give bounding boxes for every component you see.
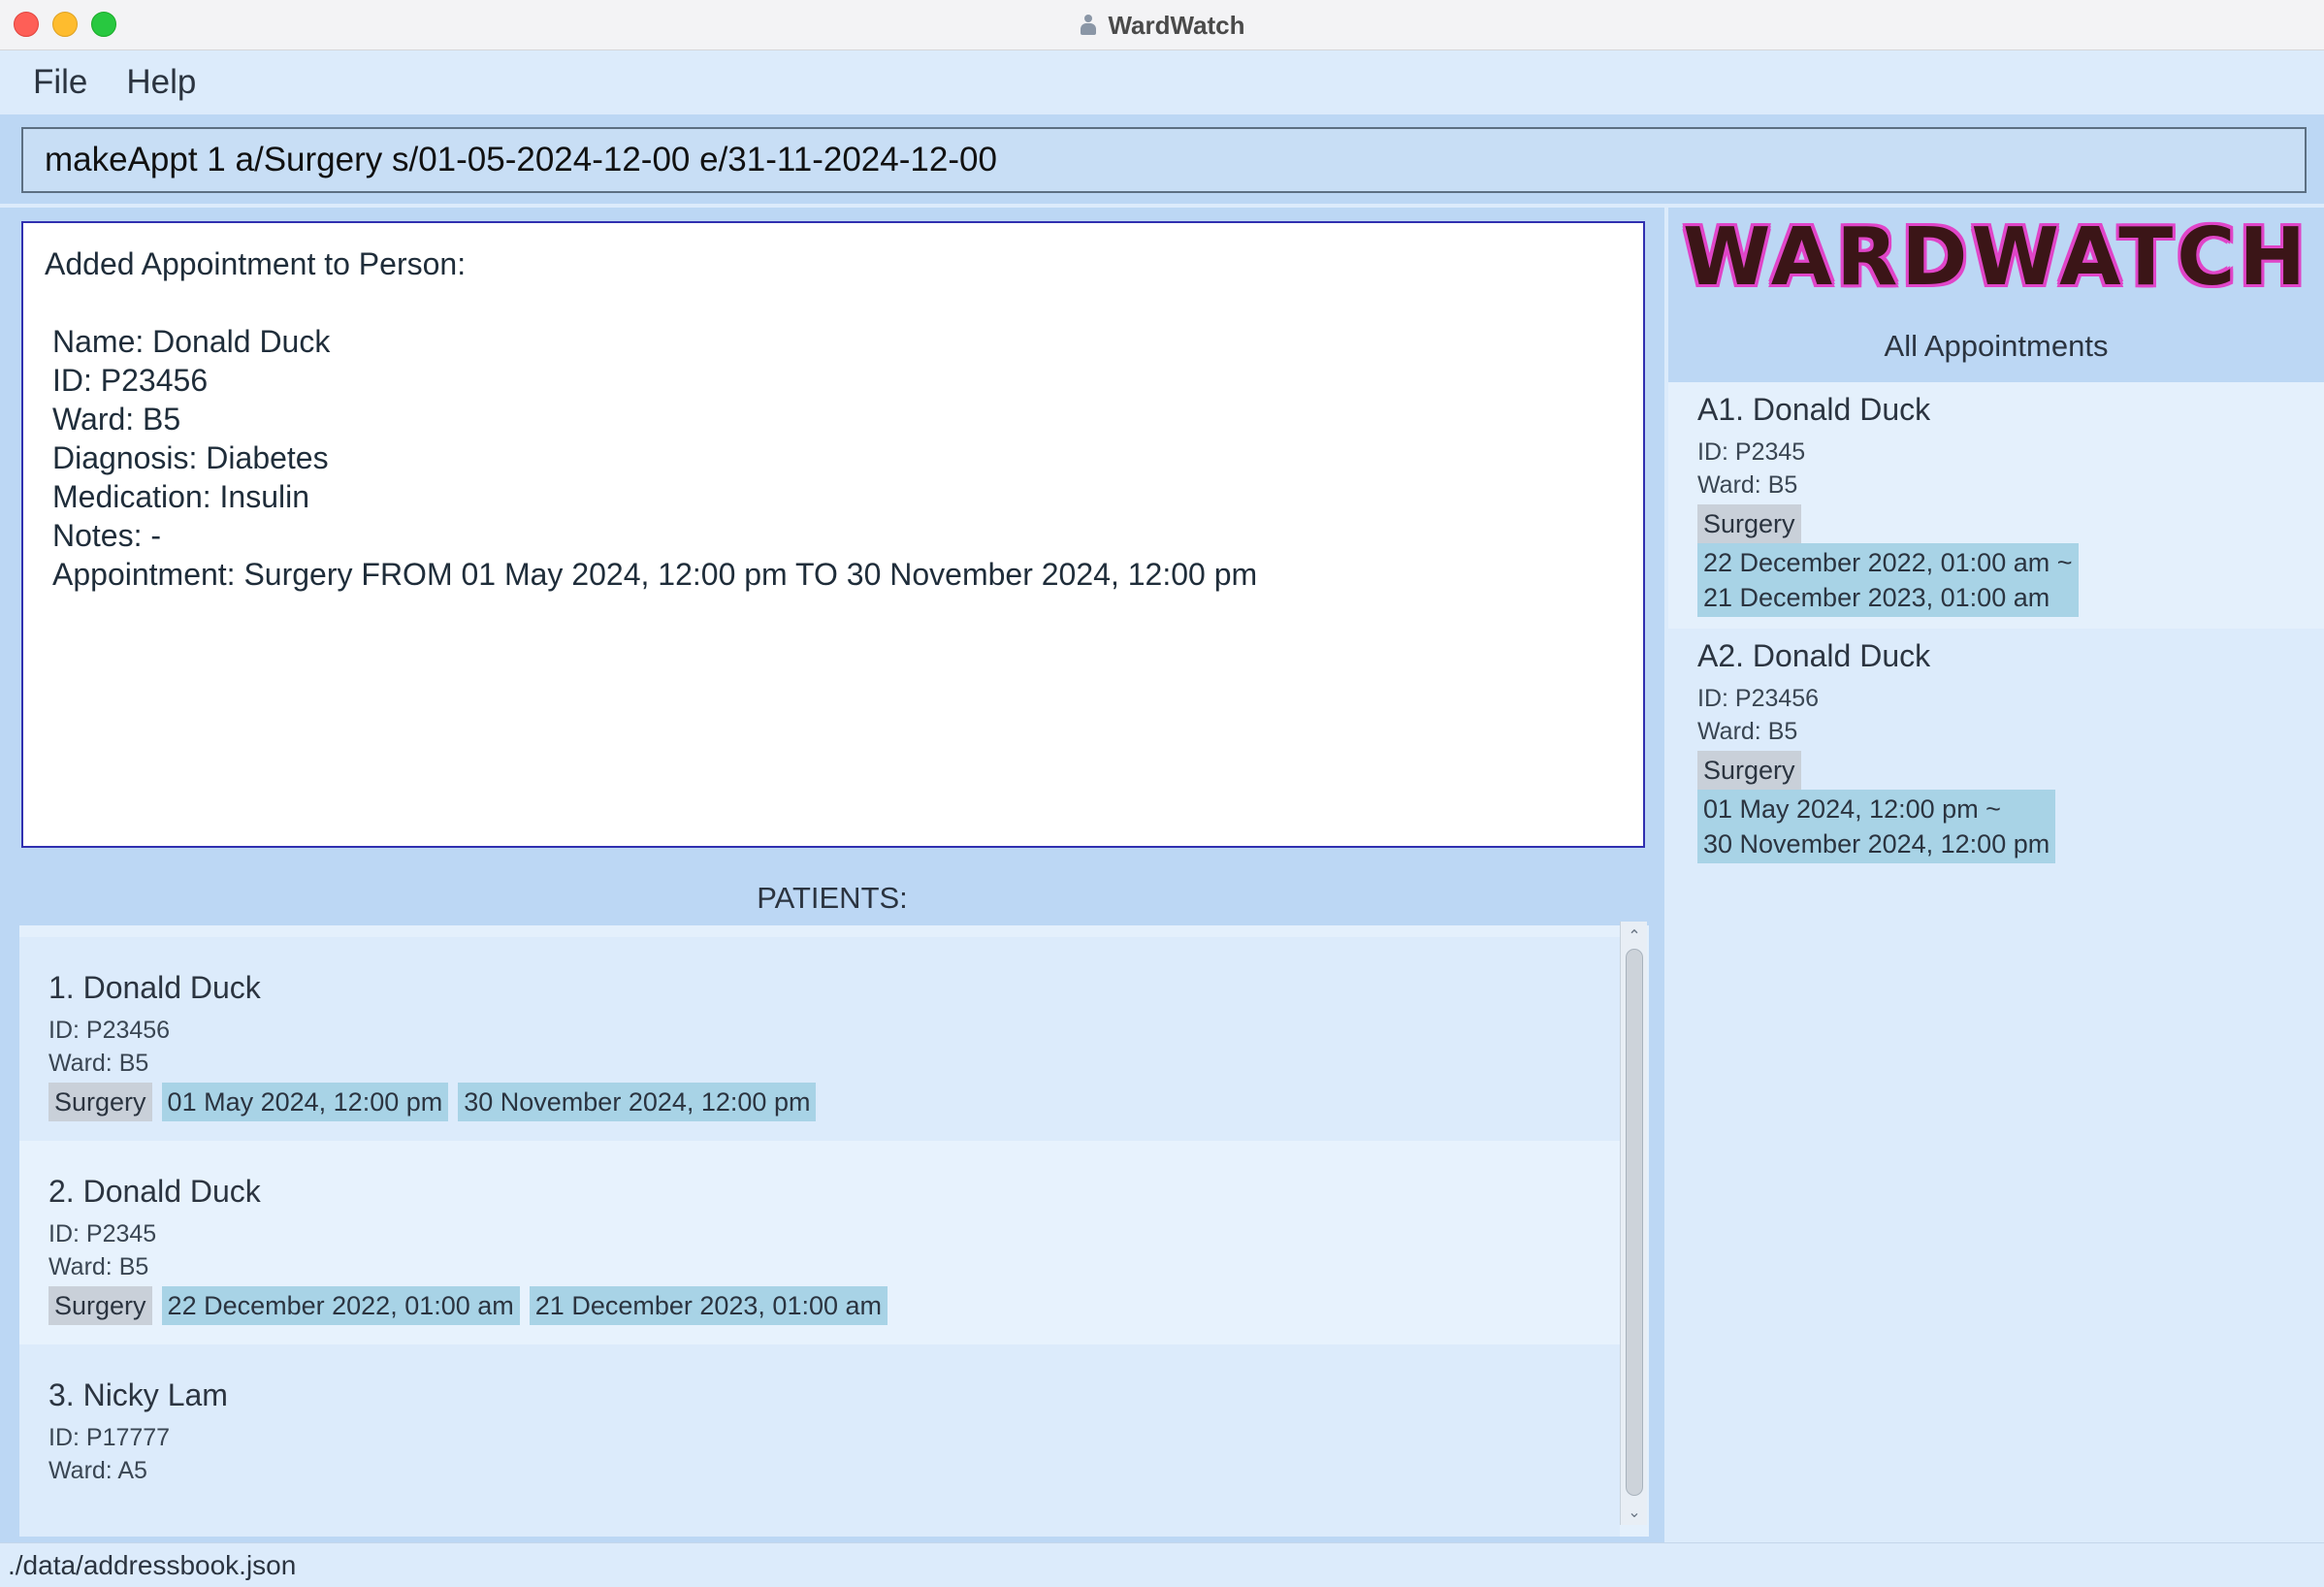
appointment-type-tag: Surgery <box>1697 504 1801 543</box>
appointment-ward: Ward: B5 <box>1697 718 1798 745</box>
patient-id: ID: P17777 <box>48 1424 171 1451</box>
result-line: ID: P23456 <box>52 363 209 398</box>
appointment-type-tag: Surgery <box>48 1286 152 1325</box>
appointment-card[interactable]: A2. Donald Duck ID: P23456 Ward: B5 Surg… <box>1668 629 2324 875</box>
menu-file[interactable]: File <box>33 63 87 102</box>
window-title-group: WardWatch <box>0 0 2324 50</box>
result-display[interactable]: Added Appointment to Person: Name: Donal… <box>21 221 1645 848</box>
appointment-ward: Ward: B5 <box>1697 471 1798 499</box>
patient-tags: Surgery 01 May 2024, 12:00 pm 30 Novembe… <box>48 1083 817 1121</box>
appointment-range-end: 30 November 2024, 12:00 pm <box>1703 829 2050 858</box>
data-file-path: ./data/addressbook.json <box>8 1549 297 1580</box>
patient-ward: Ward: B5 <box>48 1050 149 1077</box>
scroll-down-arrow-icon[interactable]: ⌄ <box>1621 1500 1648 1523</box>
appointment-end-tag: 30 November 2024, 12:00 pm <box>458 1083 817 1121</box>
result-line: Medication: Insulin <box>52 479 310 514</box>
appointment-patient-id: ID: P2345 <box>1697 438 1806 466</box>
patient-ward: Ward: B5 <box>48 1253 149 1280</box>
appointment-name: A1. Donald Duck <box>1697 392 1931 427</box>
patient-id: ID: P23456 <box>48 1017 171 1044</box>
result-line: Ward: B5 <box>52 402 181 437</box>
appointments-header-area: WARDWATCH All Appointments <box>1668 208 2324 382</box>
patient-id: ID: P2345 <box>48 1220 157 1247</box>
appointment-range: 01 May 2024, 12:00 pm ~ 30 November 2024… <box>1697 790 2056 863</box>
appointment-patient-id: ID: P23456 <box>1697 685 1820 712</box>
status-bar: ./data/addressbook.json <box>0 1542 2324 1587</box>
appointment-card[interactable]: A1. Donald Duck ID: P2345 Ward: B5 Surge… <box>1668 382 2324 629</box>
menu-help[interactable]: Help <box>126 63 196 102</box>
appointment-start-tag: 22 December 2022, 01:00 am <box>161 1286 520 1325</box>
result-line: Diagnosis: Diabetes <box>52 440 329 475</box>
command-input[interactable] <box>21 127 2307 193</box>
result-line: Notes: - <box>52 518 162 553</box>
appointments-pane: WARDWATCH All Appointments A1. Donald Du… <box>1668 208 2324 1542</box>
appointment-start-tag: 01 May 2024, 12:00 pm <box>161 1083 449 1121</box>
window-title: WardWatch <box>1108 10 1245 40</box>
patient-card[interactable]: 3. Nicky Lam ID: P17777 Ward: A5 <box>19 1344 1620 1537</box>
menu-bar: File Help <box>0 50 2324 114</box>
patient-card[interactable]: 1. Donald Duck ID: P23456 Ward: B5 Surge… <box>19 937 1620 1141</box>
wardwatch-logo: WARDWATCH <box>1682 211 2310 304</box>
main-pane: Added Appointment to Person: Name: Donal… <box>0 208 1664 1542</box>
result-line: Appointment: Surgery FROM 01 May 2024, 1… <box>52 557 1258 592</box>
appointments-header: All Appointments <box>1884 329 2109 363</box>
scroll-thumb[interactable] <box>1626 949 1643 1496</box>
appointment-range-start: 01 May 2024, 12:00 pm ~ <box>1703 794 2001 824</box>
patient-name: 3. Nicky Lam <box>48 1377 228 1412</box>
patient-name: 1. Donald Duck <box>48 970 261 1005</box>
patient-card[interactable]: 2. Donald Duck ID: P2345 Ward: B5 Surger… <box>19 1141 1620 1344</box>
patient-name: 2. Donald Duck <box>48 1174 261 1209</box>
appointment-range-end: 21 December 2023, 01:00 am <box>1703 583 2050 612</box>
command-box <box>0 114 2324 204</box>
result-line: Name: Donald Duck <box>52 324 331 359</box>
appointment-type-tag: Surgery <box>1697 751 1801 790</box>
patient-list[interactable]: 1. Donald Duck ID: P23456 Ward: B5 Surge… <box>19 925 1649 1537</box>
app-icon <box>1079 15 1098 36</box>
result-line: Added Appointment to Person: <box>45 246 467 281</box>
patient-list-scrollbar[interactable]: ⌃ ⌄ <box>1620 922 1647 1525</box>
patient-ward: Ward: A5 <box>48 1457 147 1484</box>
appointment-name: A2. Donald Duck <box>1697 638 1931 673</box>
scroll-up-arrow-icon[interactable]: ⌃ <box>1621 923 1648 947</box>
patient-tags: Surgery 22 December 2022, 01:00 am 21 De… <box>48 1286 888 1325</box>
result-line <box>45 283 1622 322</box>
appointment-range-start: 22 December 2022, 01:00 am ~ <box>1703 548 2073 577</box>
title-bar: WardWatch <box>0 0 2324 50</box>
appointment-type-tag: Surgery <box>48 1083 152 1121</box>
appointment-range: 22 December 2022, 01:00 am ~ 21 December… <box>1697 543 2079 617</box>
appointment-end-tag: 21 December 2023, 01:00 am <box>529 1286 888 1325</box>
